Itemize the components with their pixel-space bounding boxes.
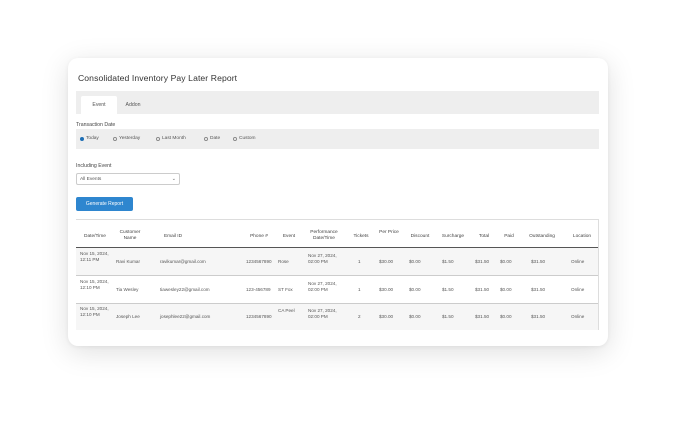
page-title: Consolidated Inventory Pay Later Report <box>78 73 238 83</box>
event-select[interactable]: All Events ⌄ <box>76 173 180 185</box>
transaction-date-label: Transaction Date <box>76 122 116 128</box>
cell-performance: Nov 27, 2024, 02:00 PM <box>308 308 337 319</box>
radio-today[interactable]: Today <box>80 136 99 141</box>
cell-surcharge: $1.50 <box>442 287 454 292</box>
radio-label: Yesterday <box>119 136 141 141</box>
column-header: Surcharge <box>441 234 465 239</box>
cell-datetime: Nov 15, 2024, 12:11 PM <box>80 251 109 262</box>
radio-label: Last Month <box>162 136 186 141</box>
radio-dot <box>156 136 160 141</box>
cell-tickets: 1 <box>358 259 361 264</box>
report-card: Consolidated Inventory Pay Later Report … <box>68 58 608 346</box>
cell-location: Online <box>571 259 585 264</box>
radio-dot <box>113 136 117 141</box>
cell-price: $30.00 <box>379 259 394 264</box>
event-select-value: All Events <box>80 177 102 182</box>
radio-dot <box>204 136 208 141</box>
cell-phone: 1234567890 <box>246 259 272 264</box>
cell-paid: $0.00 <box>500 314 512 319</box>
radio-custom[interactable]: Custom <box>233 136 256 141</box>
cell-customer: Ravi Kumar <box>116 259 140 264</box>
report-table: Date/Time Customer Name Email ID Phone #… <box>76 219 599 330</box>
cell-event: Rose <box>278 259 289 264</box>
cell-outstanding: $31.50 <box>531 287 546 292</box>
column-header: Location <box>572 234 592 239</box>
tab-bar: Event Addon <box>76 91 599 114</box>
radio-last-month[interactable]: Last Month <box>156 136 186 141</box>
radio-label: Custom <box>239 136 256 141</box>
column-header: Per Price <box>379 230 399 235</box>
cell-customer: Tia Wesley <box>116 287 139 292</box>
cell-paid: $0.00 <box>500 287 512 292</box>
column-header: Tickets <box>353 234 369 239</box>
radio-yesterday[interactable]: Yesterday <box>113 136 140 141</box>
cell-total: $31.50 <box>475 287 490 292</box>
cell-price: $30.00 <box>379 314 394 319</box>
column-header: Paid <box>504 234 514 239</box>
column-header: Discount <box>410 234 430 239</box>
cell-paid: $0.00 <box>500 259 512 264</box>
cell-location: Online <box>571 287 585 292</box>
cell-discount: $0.00 <box>409 287 421 292</box>
cell-tickets: 1 <box>358 287 361 292</box>
radio-label: Date <box>210 136 221 141</box>
cell-performance: Nov 27, 2024, 02:00 PM <box>308 281 337 292</box>
cell-event: CA Peel <box>278 308 295 313</box>
date-options-bar: Today Yesterday Last Month Date Custom <box>76 129 599 149</box>
cell-email[interactable]: josephlee22@gmail.com <box>160 314 210 320</box>
cell-datetime: Nov 15, 2024, 12:10 PM <box>80 279 109 290</box>
column-header: Email ID <box>163 234 183 239</box>
cell-outstanding: $31.50 <box>531 314 546 319</box>
column-header: Event <box>282 234 296 239</box>
cell-email[interactable]: tiawesley22@gmail.com <box>160 287 210 293</box>
cell-email[interactable]: ravikumar@gmail.com <box>160 259 206 265</box>
radio-dot <box>233 136 237 141</box>
radio-date[interactable]: Date <box>204 136 220 141</box>
column-header: Phone # <box>250 234 268 239</box>
column-header: Performance Date/Time <box>310 230 338 241</box>
cell-total: $31.50 <box>475 314 490 319</box>
event-label: Including Event <box>76 163 112 169</box>
radio-dot-selected <box>80 136 84 141</box>
cell-event: ST Fox <box>278 287 293 292</box>
cell-performance: Nov 27, 2024, 02:00 PM <box>308 253 337 264</box>
cell-discount: $0.00 <box>409 314 421 319</box>
tab-addon[interactable]: Addon <box>121 96 145 114</box>
cell-datetime: Nov 15, 2024, 12:10 PM <box>80 306 109 317</box>
column-header: Customer Name <box>119 230 141 241</box>
cell-discount: $0.00 <box>409 259 421 264</box>
column-header: Outstanding <box>529 234 555 239</box>
column-header: Date/Time <box>84 234 106 239</box>
cell-total: $31.50 <box>475 259 490 264</box>
column-header: Total <box>478 234 490 239</box>
cell-surcharge: $1.50 <box>442 259 454 264</box>
cell-location: Online <box>571 314 585 319</box>
cell-customer: Joseph Lee <box>116 314 140 319</box>
radio-label: Today <box>86 136 99 141</box>
generate-report-button[interactable]: Generate Report <box>76 197 133 211</box>
cell-phone: 1234567890 <box>246 314 272 319</box>
cell-outstanding: $31.50 <box>531 259 546 264</box>
cell-price: $30.00 <box>379 287 394 292</box>
tab-event[interactable]: Event <box>81 96 117 114</box>
chevron-down-icon: ⌄ <box>171 176 176 182</box>
cell-tickets: 2 <box>358 314 361 319</box>
cell-surcharge: $1.50 <box>442 314 454 319</box>
cell-phone: 123-456789 <box>246 287 271 292</box>
